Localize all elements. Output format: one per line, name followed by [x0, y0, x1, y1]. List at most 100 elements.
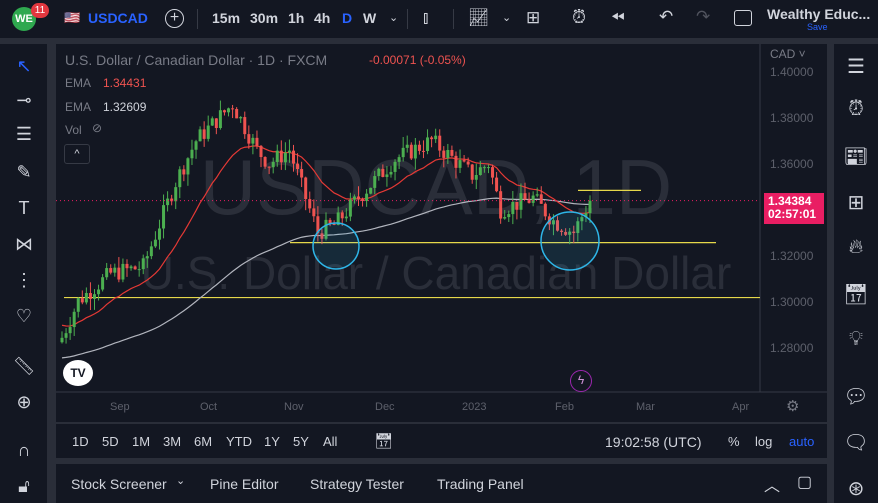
date-range-icon[interactable]: 📅︎ — [374, 432, 393, 450]
interval-d[interactable]: D — [342, 10, 352, 26]
range-1d[interactable]: 1D — [72, 434, 89, 449]
range-3m[interactable]: 3M — [163, 434, 181, 449]
currency-label: CAD — [770, 47, 796, 61]
messages-icon[interactable]: 🗨︎ — [842, 430, 870, 455]
brush-icon[interactable]: ✎ — [12, 162, 36, 183]
pattern-icon[interactable]: ⋈ — [12, 234, 36, 255]
cursor-icon[interactable]: ↖ — [12, 56, 36, 77]
layouts-icon[interactable]: ⊞ — [526, 8, 540, 28]
candle-body — [401, 147, 405, 158]
add-symbol-icon[interactable]: + — [165, 9, 184, 28]
save-label[interactable]: Save — [807, 22, 828, 32]
chevron-down-icon[interactable]: ⌄ — [176, 474, 185, 487]
lightning-icon[interactable]: ϟ — [570, 370, 592, 392]
range-5d[interactable]: 5D — [102, 434, 119, 449]
maximize-panel-icon[interactable]: ▢ — [797, 472, 812, 492]
chevron-down-icon[interactable]: ⌄ — [502, 11, 511, 24]
interval-w[interactable]: W — [363, 10, 376, 26]
range-1y[interactable]: 1Y — [264, 434, 280, 449]
currency-select[interactable]: CAD ˅ — [770, 47, 806, 61]
settings-gear-icon[interactable]: ⚙ — [786, 397, 799, 415]
expand-panel-icon[interactable]: ︿ — [764, 472, 780, 496]
help-icon[interactable]: ⊛ — [842, 476, 870, 501]
candle-body — [243, 117, 247, 135]
tab-stock-screener[interactable]: Stock Screener — [71, 476, 167, 492]
candle-body — [162, 205, 166, 229]
chat-icon[interactable]: 💬︎ — [842, 384, 870, 409]
candle-body — [222, 110, 226, 113]
divider — [407, 9, 408, 29]
tab-trading-panel[interactable]: Trading Panel — [437, 476, 524, 492]
collapse-legend-button[interactable]: ^ — [64, 144, 90, 164]
chevron-down-icon[interactable]: ⌄ — [389, 11, 398, 24]
symbol-button[interactable]: USDCAD — [88, 10, 148, 26]
interval-4h[interactable]: 4h — [314, 10, 330, 26]
divider — [197, 9, 198, 29]
price-tick: 1.38000 — [770, 111, 814, 125]
candle-body — [60, 337, 64, 343]
layout-name[interactable]: Wealthy Educ... — [767, 6, 870, 22]
favorite-icon[interactable]: ♡ — [12, 306, 36, 327]
hotlist-fire-icon[interactable]: 🔥︎ — [842, 236, 870, 259]
candle-body — [68, 327, 72, 334]
bottom-panel-tabs: Stock Screener ⌄ Pine Editor Strategy Te… — [56, 464, 827, 503]
calendar-icon[interactable]: 📅︎ — [842, 282, 870, 307]
range-6m[interactable]: 6M — [194, 434, 212, 449]
tradingview-logo[interactable]: TV — [63, 360, 93, 386]
alarm-icon[interactable]: ⏰︎ — [842, 98, 870, 121]
candle-body — [166, 198, 170, 206]
price-tick: 1.40000 — [770, 65, 814, 79]
candle-body — [462, 160, 466, 162]
log-toggle[interactable]: log — [755, 434, 772, 449]
bottom-toolbar: 1D 5D 1M 3M 6M YTD 1Y 5Y All 📅︎ 19:02:58… — [56, 424, 827, 458]
eye-off-icon[interactable]: ⊘ — [92, 121, 102, 135]
percent-toggle[interactable]: % — [728, 434, 740, 449]
candle-body — [178, 169, 182, 188]
ruler-icon[interactable]: 📏︎ — [12, 356, 36, 377]
news-icon[interactable]: 📰︎ — [842, 144, 870, 169]
range-ytd[interactable]: YTD — [226, 434, 252, 449]
ideas-bulb-icon[interactable]: 💡︎ — [842, 328, 870, 351]
fullscreen-icon[interactable] — [734, 10, 752, 26]
auto-toggle[interactable]: auto — [789, 434, 814, 449]
watchlist-icon[interactable]: ☰ — [842, 54, 870, 79]
candle-body — [304, 177, 308, 200]
range-all[interactable]: All — [323, 434, 337, 449]
watermark-symbol: USDCAD, 1D — [200, 143, 672, 231]
candle-body — [206, 125, 210, 139]
tab-strategy-tester[interactable]: Strategy Tester — [310, 476, 404, 492]
candle-body — [153, 239, 157, 247]
candle-body — [377, 168, 381, 177]
candle-body — [92, 294, 96, 299]
range-5y[interactable]: 5Y — [293, 434, 309, 449]
trend-line-icon[interactable]: ⊸ — [12, 90, 36, 111]
candles-icon[interactable]: ⫾ — [423, 8, 428, 28]
chart-pane[interactable]: USDCAD, 1D U.S. Dollar / Canadian Dollar … — [56, 44, 827, 422]
candle-body — [430, 137, 434, 140]
candle-body — [352, 196, 356, 200]
indicators-icon[interactable]: 📈︎ — [468, 8, 490, 28]
fib-icon[interactable]: ☰ — [12, 124, 36, 145]
text-icon[interactable]: T — [12, 198, 36, 219]
candle-body — [113, 267, 117, 273]
clock-time[interactable]: 19:02:58 (UTC) — [605, 434, 701, 450]
alert-icon[interactable]: ⏰︎ — [572, 7, 586, 28]
undo-icon[interactable]: ↶ — [659, 7, 673, 27]
add-list-icon[interactable]: ⊞ — [842, 190, 870, 215]
candle-body — [405, 144, 409, 148]
forecast-icon[interactable]: ⋮ — [12, 270, 36, 291]
replay-icon[interactable]: ⏪︎ — [611, 8, 625, 28]
candle-body — [486, 167, 490, 169]
lock-icon[interactable]: 🔓︎ — [12, 476, 36, 497]
interval-15m[interactable]: 15m — [212, 10, 240, 26]
interval-30m[interactable]: 30m — [250, 10, 278, 26]
price-chart[interactable]: USDCAD, 1D U.S. Dollar / Canadian Dollar — [56, 44, 827, 422]
tab-pine-editor[interactable]: Pine Editor — [210, 476, 278, 492]
range-1m[interactable]: 1M — [132, 434, 150, 449]
candle-body — [101, 277, 105, 290]
candle-body — [535, 194, 539, 196]
magnet-icon[interactable]: ∩ — [12, 440, 36, 461]
zoom-icon[interactable]: ⊕ — [12, 392, 36, 413]
interval-1h[interactable]: 1h — [288, 10, 304, 26]
candle-body — [218, 110, 222, 129]
